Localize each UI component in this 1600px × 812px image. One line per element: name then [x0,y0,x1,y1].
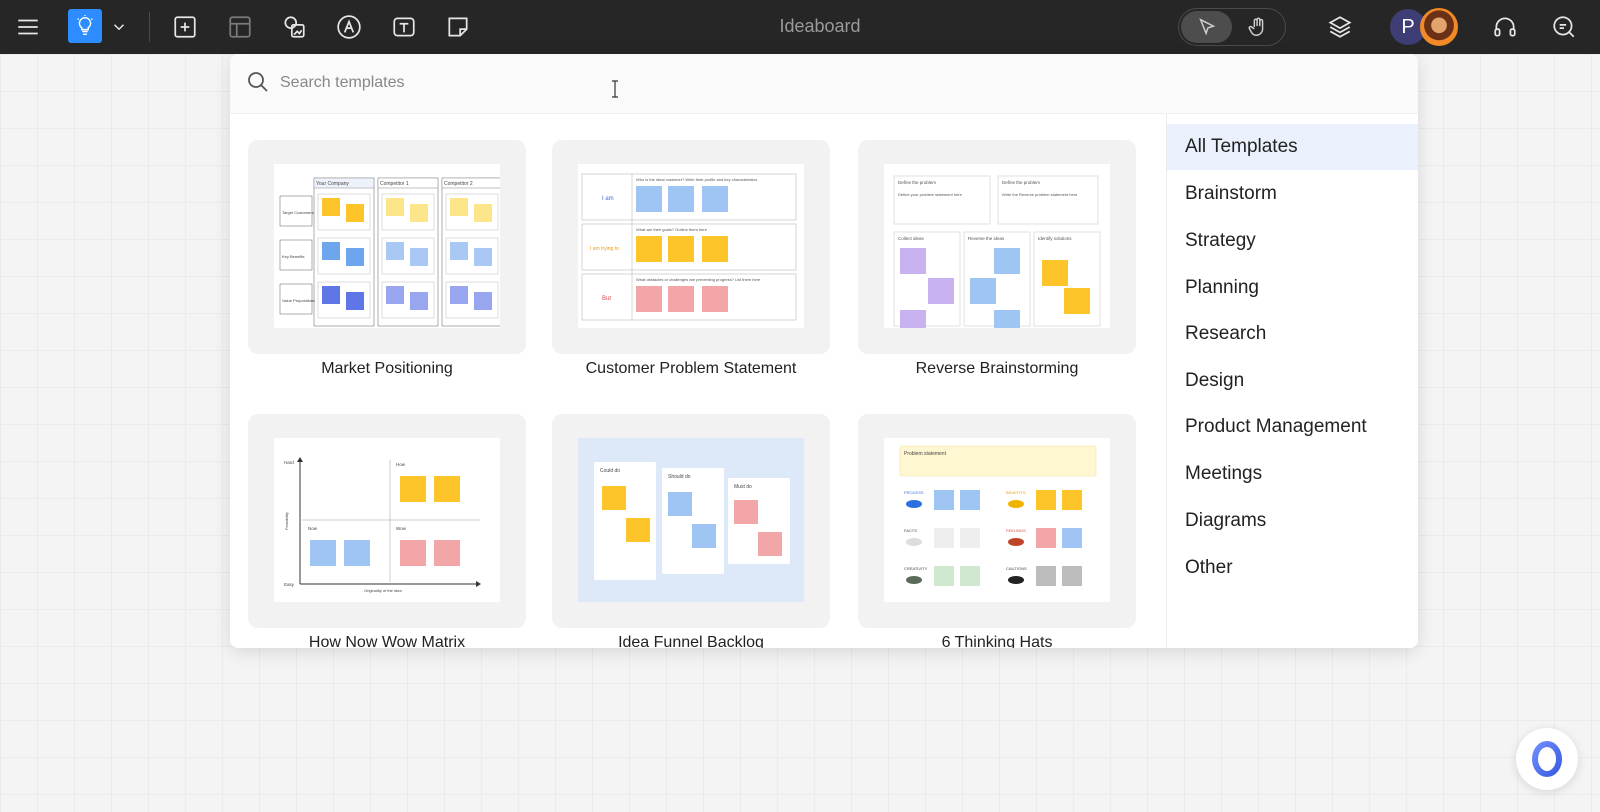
template-card-customer-problem-statement[interactable]: I am I am trying to But Who is the ideal… [552,140,830,354]
thumb-column-title: Identify solutions [1038,236,1072,241]
menu-icon[interactable] [10,9,46,45]
template-thumbnail: Hard Easy How Now Wow Feasibility Origin… [274,438,500,602]
template-name: Customer Problem Statement [585,360,797,377]
thumb-hat-label: FEELINGS [1006,528,1026,533]
template-card-market-positioning[interactable]: Your Company Competitor 1 Competitor 2 T… [248,140,526,354]
template-thumbnail: Your Company Competitor 1 Competitor 2 T… [274,164,500,328]
thumb-col-label: Your Company [316,181,349,187]
thumb-row-label: Key Benefits [282,254,304,259]
template-thumbnail: I am I am trying to But Who is the ideal… [578,164,804,328]
search-icon [248,72,268,92]
template-card-idea-funnel-backlog[interactable]: Could do Should do Must do [552,414,830,628]
thumb-column-title: Must do [734,484,752,490]
templates-dialog: Your Company Competitor 1 Competitor 2 T… [230,54,1418,648]
thumb-hat-label: CAUTIONS [1006,566,1027,571]
thumb-column-title: Reverse the ideas [968,236,1005,241]
image-icon[interactable] [276,9,312,45]
template-thumbnail: Define the problem Define the problem De… [884,164,1110,328]
template-card-how-now-wow-matrix[interactable]: Hard Easy How Now Wow Feasibility Origin… [248,414,526,628]
search-comment-icon[interactable] [1546,9,1582,45]
text-cursor-icon [612,80,618,98]
thumb-heading: Problem statement [904,451,947,457]
layout-icon[interactable] [222,9,258,45]
layers-icon[interactable] [1322,9,1358,45]
category-product-management[interactable]: Product Management [1167,404,1418,450]
thumb-question: What obstacles or challenges are prevent… [636,277,761,282]
thumb-subtext: Define your problem statement here [898,192,963,197]
cursor-icon[interactable] [1181,11,1232,43]
thumb-row-label: Target Customers [282,210,314,215]
thumb-hat-label: BENEFITS [1006,490,1026,495]
template-thumbnail: Could do Should do Must do [578,438,804,602]
thumb-col-label: Competitor 2 [444,181,473,187]
thumb-row-label: But [602,296,611,302]
thumb-col-label: Competitor 1 [380,181,409,187]
thumb-question: What are their goals? Outline them here [636,227,708,232]
thumb-heading: Define the problem [1002,180,1040,185]
template-name: Idea Funnel Backlog [618,634,764,648]
toolbar-divider [149,12,150,42]
category-strategy[interactable]: Strategy [1167,218,1418,264]
top-toolbar: Ideaboard P [0,0,1600,54]
text-icon[interactable] [386,9,422,45]
category-all-templates[interactable]: All Templates [1167,124,1418,170]
thumb-column-title: Collect ideas [898,236,925,241]
assistant-logo-icon [1532,741,1562,777]
template-thumbnail: Problem statement PROCESS FACTS CREATIVI… [884,438,1110,602]
category-planning[interactable]: Planning [1167,265,1418,311]
thumb-subtext: Write the Reverse problem statement here [1002,192,1078,197]
template-card-reverse-brainstorming[interactable]: Define the problem Define the problem De… [858,140,1136,354]
search-input[interactable] [280,68,880,98]
thumb-quadrant-label: Wow [396,526,407,531]
category-list: All Templates Brainstorm Strategy Planni… [1166,114,1418,648]
add-frame-icon[interactable] [167,9,203,45]
thumb-axis-label: Hard [284,460,294,465]
avatar-photo[interactable] [1420,8,1458,46]
template-name: How Now Wow Matrix [308,634,466,648]
thumb-question: Who is the ideal customer? Write their p… [636,177,757,182]
thumb-hat-label: PROCESS [904,490,924,495]
category-design[interactable]: Design [1167,358,1418,404]
thumb-row-label: I am [602,196,614,202]
chevron-down-icon[interactable] [104,9,134,45]
pen-icon[interactable] [331,9,367,45]
template-card-6-thinking-hats[interactable]: Problem statement PROCESS FACTS CREATIVI… [858,414,1136,628]
thumb-axis-title: Feasibility [284,512,289,530]
category-brainstorm[interactable]: Brainstorm [1167,171,1418,217]
thumb-hat-label: FACTS [904,528,917,533]
template-name: 6 Thinking Hats [941,634,1053,648]
category-research[interactable]: Research [1167,311,1418,357]
thumb-axis-title: Originality of the idea [364,588,402,593]
template-name: Reverse Brainstorming [915,360,1079,377]
headset-icon[interactable] [1487,9,1523,45]
thumb-quadrant-label: How [396,462,406,467]
thumb-hat-label: CREATIVITY [904,566,928,571]
hand-icon[interactable] [1232,11,1283,43]
template-search-bar [230,54,1418,114]
category-other[interactable]: Other [1167,545,1418,591]
thumb-row-label: Value Propositions [282,298,315,303]
thumb-axis-label: Easy [284,582,295,587]
mode-toggle [1178,8,1286,46]
category-meetings[interactable]: Meetings [1167,451,1418,497]
category-diagrams[interactable]: Diagrams [1167,498,1418,544]
sticky-note-icon[interactable] [440,9,476,45]
lightbulb-icon[interactable] [68,9,102,43]
thumb-column-title: Should do [668,474,691,480]
template-grid: Your Company Competitor 1 Competitor 2 T… [230,114,1166,648]
assistant-button[interactable] [1516,728,1578,790]
thumb-heading: Define the problem [898,180,936,185]
thumb-row-label: I am trying to [590,246,619,252]
thumb-quadrant-label: Now [308,526,318,531]
board-title[interactable]: Ideaboard [720,16,920,37]
template-name: Market Positioning [321,360,453,377]
thumb-column-title: Could do [600,468,620,474]
